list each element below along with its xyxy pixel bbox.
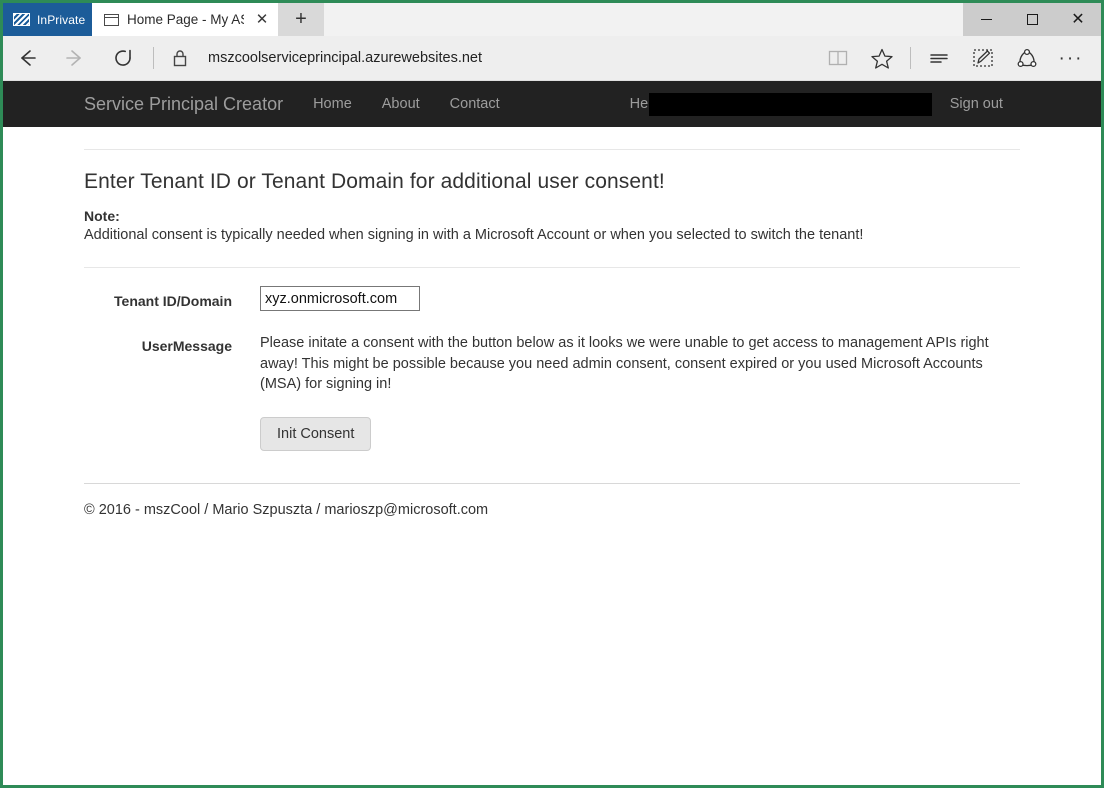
more-options-button[interactable]: ··· xyxy=(1049,36,1093,81)
close-icon[interactable]: ✕ xyxy=(252,10,272,30)
note-text: Additional consent is typically needed w… xyxy=(84,227,864,243)
form-top-divider xyxy=(84,267,1020,268)
tab-strip-empty-area xyxy=(324,3,963,36)
refresh-icon xyxy=(115,49,131,66)
pen-icon xyxy=(973,49,993,67)
maximize-button[interactable] xyxy=(1009,3,1055,36)
submit-spacer xyxy=(84,417,232,424)
usermessage-wrapper: Please initate a consent with the button… xyxy=(232,331,1020,395)
tenant-field-wrapper xyxy=(232,286,1020,311)
new-tab-button[interactable]: + xyxy=(278,3,324,36)
content-top-divider xyxy=(84,149,1020,150)
minimize-button[interactable] xyxy=(963,3,1009,36)
browser-window: InPrivate Home Page - My ASP.NI ✕ + ✕ xyxy=(0,0,1104,788)
inprivate-label: InPrivate xyxy=(37,12,86,27)
form-row-submit: Init Consent xyxy=(84,416,1020,451)
toolbar-icons: ··· xyxy=(816,36,1101,81)
web-note-button[interactable] xyxy=(961,36,1005,81)
ellipsis-icon: ··· xyxy=(1058,47,1084,69)
user-section: Hello, Sign out xyxy=(625,92,1101,116)
back-button[interactable] xyxy=(3,36,51,81)
browser-tab[interactable]: Home Page - My ASP.NI ✕ xyxy=(92,3,278,36)
share-button[interactable] xyxy=(1005,36,1049,81)
refresh-button[interactable] xyxy=(99,36,147,81)
book-icon xyxy=(828,50,848,66)
submit-wrapper: Init Consent xyxy=(232,416,1020,451)
hub-icon xyxy=(930,54,948,63)
star-icon xyxy=(871,48,893,69)
window-controls: ✕ xyxy=(963,3,1101,36)
note-label: Note: xyxy=(84,208,120,224)
usermessage-text: Please initate a consent with the button… xyxy=(260,335,989,393)
hub-button[interactable] xyxy=(917,36,961,81)
redacted-username xyxy=(648,92,932,116)
page-title: Enter Tenant ID or Tenant Domain for add… xyxy=(84,170,665,193)
site-brand[interactable]: Service Principal Creator xyxy=(64,94,298,115)
footer-text: © 2016 - mszCool / Mario Szpuszta / mari… xyxy=(84,501,489,518)
tab-title: Home Page - My ASP.NI xyxy=(127,12,244,27)
reading-view-button[interactable] xyxy=(816,36,860,81)
tenant-field-label: Tenant ID/Domain xyxy=(114,293,232,309)
browser-toolbar: mszcoolserviceprincipal.azurewebsites.ne… xyxy=(3,36,1101,81)
close-icon: ✕ xyxy=(1071,10,1085,28)
arrow-left-icon xyxy=(21,50,36,66)
tenant-input[interactable] xyxy=(260,286,420,311)
form-row-tenant: Tenant ID/Domain xyxy=(84,286,1020,311)
usermessage-label: UserMessage xyxy=(141,338,232,354)
nav-link-about[interactable]: About xyxy=(367,96,435,112)
content-container: Enter Tenant ID or Tenant Domain for add… xyxy=(64,149,1040,518)
site-nav-links: Home About Contact xyxy=(298,96,515,112)
forward-button[interactable] xyxy=(51,36,99,81)
form-row-usermessage: UserMessage Please initate a consent wit… xyxy=(84,331,1020,395)
page-content: Service Principal Creator Home About Con… xyxy=(3,81,1101,785)
inprivate-indicator: InPrivate xyxy=(3,3,92,36)
lock-icon xyxy=(160,47,200,69)
address-bar[interactable]: mszcoolserviceprincipal.azurewebsites.ne… xyxy=(200,50,816,66)
site-navbar: Service Principal Creator Home About Con… xyxy=(3,81,1101,127)
nav-link-home[interactable]: Home xyxy=(298,96,367,112)
share-icon xyxy=(1017,48,1037,68)
init-consent-button[interactable]: Init Consent xyxy=(260,416,372,451)
footer-divider xyxy=(84,482,1020,484)
close-window-button[interactable]: ✕ xyxy=(1055,3,1101,36)
inprivate-icon xyxy=(13,13,30,26)
address-bar-url: mszcoolserviceprincipal.azurewebsites.ne… xyxy=(208,50,483,66)
tab-strip: InPrivate Home Page - My ASP.NI ✕ + ✕ xyxy=(3,3,1101,36)
toolbar-divider xyxy=(153,47,154,69)
sign-out-link[interactable]: Sign out xyxy=(950,96,1003,112)
page-icon xyxy=(104,13,119,26)
toolbar-divider xyxy=(910,47,911,69)
arrow-right-icon xyxy=(66,50,81,66)
favorites-button[interactable] xyxy=(860,36,904,81)
nav-link-contact[interactable]: Contact xyxy=(435,96,515,112)
